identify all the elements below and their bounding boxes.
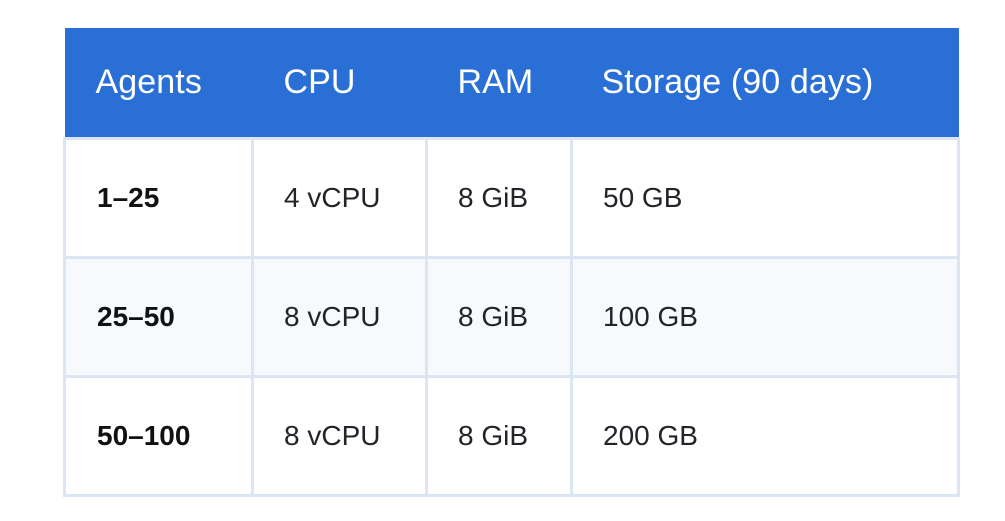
column-header-cpu: CPU <box>252 28 427 139</box>
sizing-table-container: Agents CPU RAM Storage (90 days) 1–25 4 … <box>63 28 960 497</box>
cell-storage: 100 GB <box>570 257 960 378</box>
cell-ram: 8 GiB <box>425 376 573 497</box>
cell-ram: 8 GiB <box>425 137 573 259</box>
column-header-agents: Agents <box>64 28 253 139</box>
agent-sizing-table: Agents CPU RAM Storage (90 days) 1–25 4 … <box>63 28 960 497</box>
cell-agents: 1–25 <box>63 137 254 259</box>
table-row: 1–25 4 vCPU 8 GiB 50 GB <box>63 137 960 259</box>
page-canvas: Agents CPU RAM Storage (90 days) 1–25 4 … <box>0 0 1005 521</box>
cell-cpu: 8 vCPU <box>251 257 428 378</box>
cell-agents: 25–50 <box>63 257 254 378</box>
cell-storage: 50 GB <box>570 137 960 259</box>
table-header: Agents CPU RAM Storage (90 days) <box>64 28 959 139</box>
table-body: 1–25 4 vCPU 8 GiB 50 GB 25–50 8 vCPU 8 G… <box>63 137 960 497</box>
table-header-row: Agents CPU RAM Storage (90 days) <box>64 28 959 139</box>
cell-storage: 200 GB <box>570 376 960 497</box>
cell-ram: 8 GiB <box>425 257 573 378</box>
cell-cpu: 8 vCPU <box>251 376 428 497</box>
cell-cpu: 4 vCPU <box>251 137 428 259</box>
table-row: 25–50 8 vCPU 8 GiB 100 GB <box>63 257 960 378</box>
column-header-ram: RAM <box>426 28 572 139</box>
column-header-storage: Storage (90 days) <box>571 28 959 139</box>
cell-agents: 50–100 <box>63 376 254 497</box>
table-row: 50–100 8 vCPU 8 GiB 200 GB <box>63 376 960 497</box>
